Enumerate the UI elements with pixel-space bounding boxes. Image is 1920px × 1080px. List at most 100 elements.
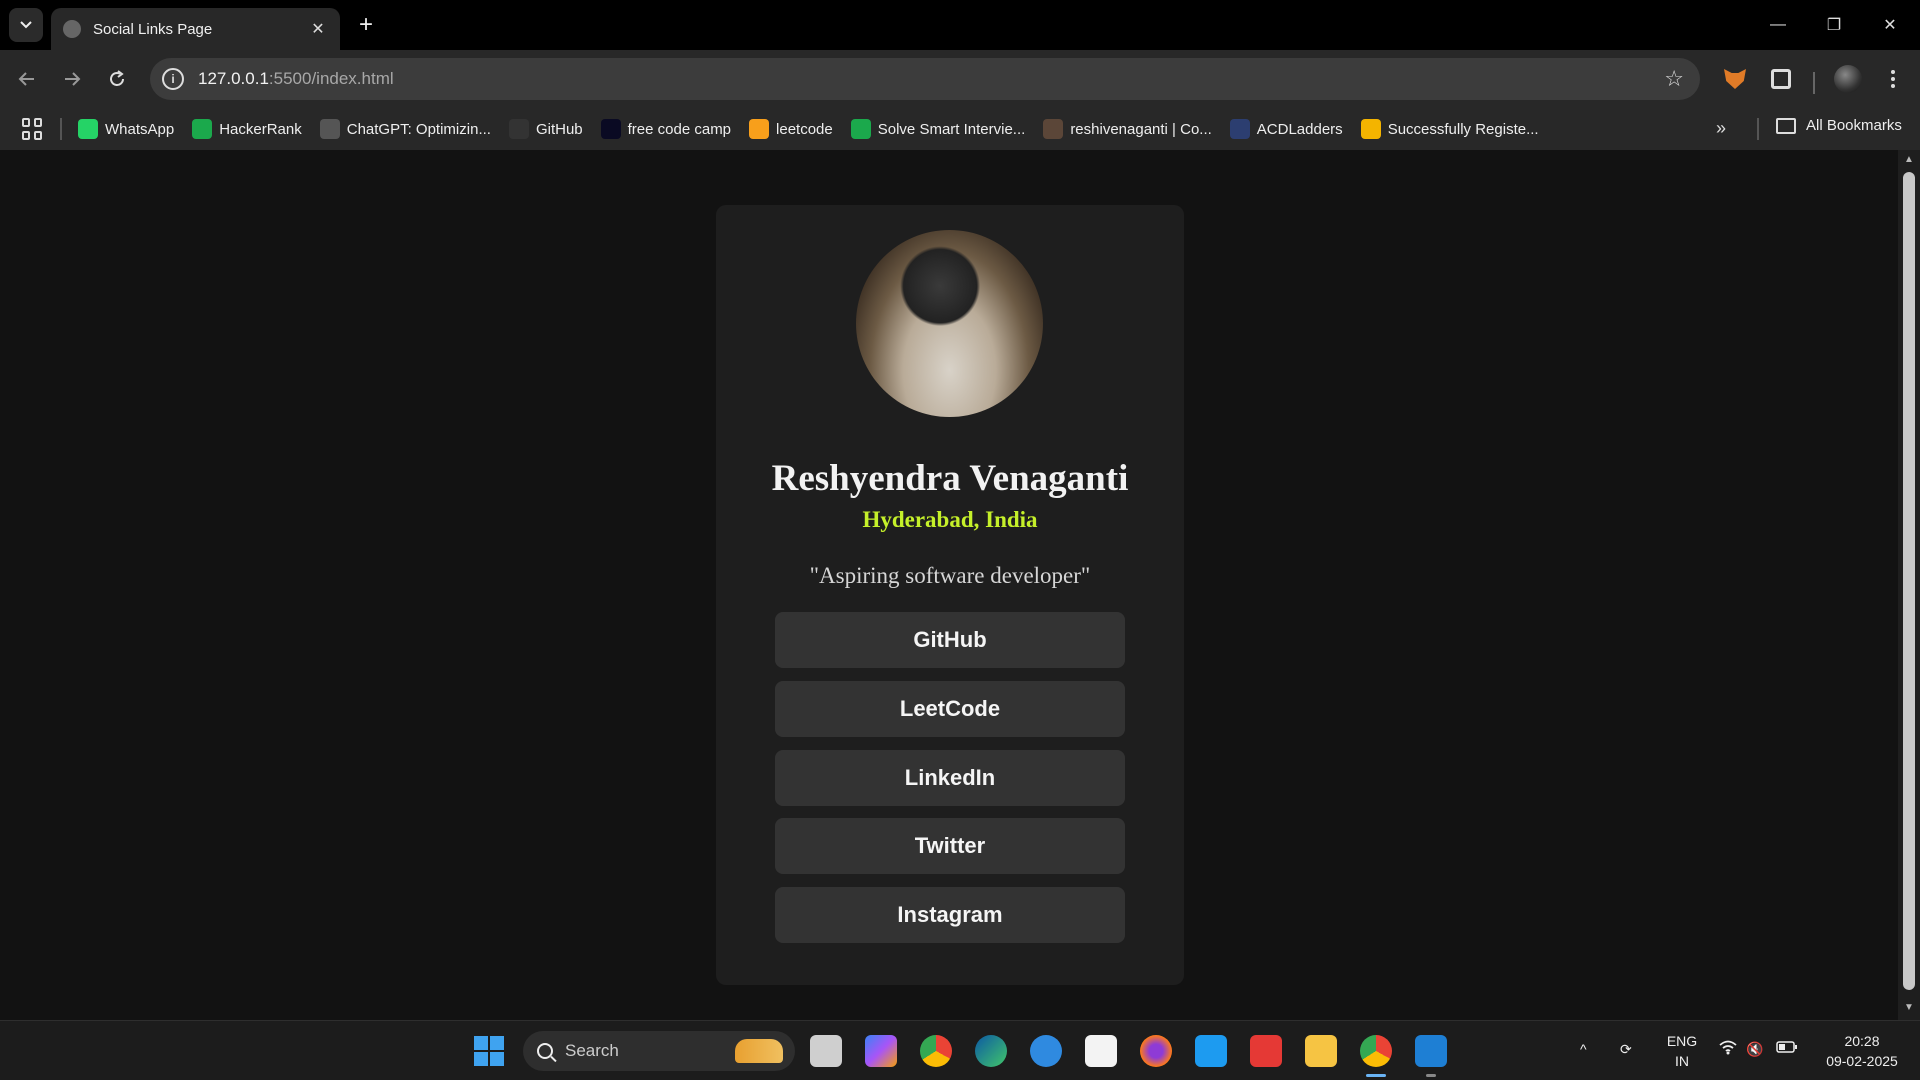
volume-muted-icon[interactable]: 🔇	[1746, 1039, 1763, 1059]
close-window-button[interactable]: ✕	[1862, 0, 1918, 50]
chrome-icon[interactable]	[920, 1035, 952, 1067]
task-view-icon[interactable]	[810, 1035, 842, 1067]
github-icon	[508, 119, 529, 139]
battery-icon[interactable]	[1776, 1039, 1798, 1059]
twitter-app-icon[interactable]	[1195, 1035, 1227, 1067]
profile-location: Hyderabad, India	[862, 507, 1038, 532]
puzzle-icon	[1771, 69, 1791, 89]
tab-title: Social Links Page	[93, 20, 213, 38]
bookmark-label: free code camp	[627, 120, 732, 138]
copilot-icon[interactable]	[865, 1035, 897, 1067]
chrome-active-icon[interactable]	[1360, 1035, 1392, 1067]
bookmark-label: WhatsApp	[105, 120, 175, 138]
bookmark-item[interactable]: Successfully Registe...	[1360, 119, 1539, 139]
bookmark-star-icon[interactable]: ☆	[1664, 66, 1684, 92]
bookmark-item[interactable]: free code camp	[600, 119, 732, 139]
toolbar-divider	[1813, 72, 1815, 94]
metamask-extension-button[interactable]	[1719, 63, 1751, 95]
bookmarks-overflow-button[interactable]: »	[1716, 118, 1726, 139]
tray-overflow-icon[interactable]: ^	[1580, 1039, 1587, 1059]
bookmark-label: GitHub	[535, 120, 583, 138]
scrollbar-thumb[interactable]	[1903, 172, 1915, 990]
chatgpt-icon	[319, 119, 340, 139]
browser-menu-button[interactable]	[1877, 63, 1909, 95]
site-info-icon[interactable]: i	[162, 68, 184, 90]
bookmark-item[interactable]: Solve Smart Intervie...	[850, 119, 1026, 139]
close-tab-icon[interactable]: ✕	[304, 15, 332, 43]
bookmark-item[interactable]: ChatGPT: Optimizin...	[319, 119, 491, 139]
bookmark-item[interactable]: WhatsApp	[78, 119, 174, 139]
reload-button[interactable]	[100, 62, 134, 96]
arrow-right-icon	[65, 72, 81, 86]
tab-search-button[interactable]	[9, 8, 43, 42]
minimize-button[interactable]: —	[1750, 0, 1806, 50]
file-explorer-icon[interactable]	[1305, 1035, 1337, 1067]
apps-grid-icon[interactable]	[22, 118, 44, 140]
language-indicator[interactable]: ENG IN	[1662, 1031, 1702, 1071]
folder-icon	[1776, 117, 1796, 134]
bookmark-item[interactable]: reshivenaganti | Co...	[1043, 119, 1212, 139]
profile-button[interactable]	[1832, 63, 1864, 95]
power-app-icon[interactable]	[1250, 1035, 1282, 1067]
bookmarks-divider	[60, 118, 62, 140]
leetcode-link-button[interactable]: LeetCode	[775, 681, 1125, 737]
wifi-icon[interactable]	[1718, 1039, 1738, 1060]
page-viewport: Reshyendra Venaganti Hyderabad, India "A…	[0, 150, 1898, 1020]
clock-time: 20:28	[1844, 1033, 1880, 1049]
sync-icon[interactable]: ⟳	[1620, 1039, 1632, 1059]
running-app-indicator	[1426, 1074, 1436, 1077]
avatar	[1834, 65, 1862, 93]
clock-date: 09-02-2025	[1826, 1053, 1898, 1069]
bookmark-label: Successfully Registe...	[1387, 120, 1539, 138]
bookmarks-divider	[1757, 118, 1759, 140]
restore-button[interactable]: ❐	[1806, 0, 1862, 50]
search-highlight-icon	[735, 1039, 783, 1063]
linkedin-link-button[interactable]: LinkedIn	[775, 750, 1125, 806]
reload-icon	[110, 70, 124, 86]
globe-icon	[63, 20, 81, 38]
bookmark-label: ACDLadders	[1256, 120, 1343, 138]
search-icon	[537, 1043, 553, 1059]
whatsapp-icon	[78, 119, 98, 139]
more-vert-icon	[1891, 70, 1895, 88]
scroll-up-icon[interactable]: ▲	[1903, 154, 1915, 166]
forward-button[interactable]	[55, 62, 89, 96]
lang-code: ENG	[1666, 1033, 1698, 1049]
tab-strip: Social Links Page ✕ + — ❐ ✕	[0, 0, 1920, 50]
bookmark-item[interactable]: leetcode	[749, 119, 833, 139]
start-button[interactable]	[473, 1035, 505, 1067]
vscode-icon[interactable]	[1415, 1035, 1447, 1067]
browser-tab-active[interactable]: Social Links Page ✕	[51, 8, 340, 50]
bookmark-item[interactable]: ACDLadders	[1229, 119, 1343, 139]
all-bookmarks-label: All Bookmarks	[1806, 117, 1902, 134]
instagram-link-button[interactable]: Instagram	[775, 887, 1125, 943]
bookmarks-bar: WhatsApp HackerRank ChatGPT: Optimizin... G…	[0, 108, 1920, 150]
microsoft-store-icon[interactable]	[1085, 1035, 1117, 1067]
new-tab-button[interactable]: +	[351, 10, 381, 40]
chevron-down-icon	[20, 21, 32, 29]
profile-name: Reshyendra Venaganti	[771, 458, 1129, 499]
bookmark-item[interactable]: HackerRank	[192, 119, 302, 139]
back-button[interactable]	[10, 62, 44, 96]
internet-explorer-icon[interactable]	[1030, 1035, 1062, 1067]
scroll-down-icon[interactable]: ▼	[1903, 1002, 1915, 1014]
page-scrollbar[interactable]: ▲ ▼	[1898, 150, 1920, 1020]
freecodecamp-icon	[600, 119, 621, 139]
taskbar-search[interactable]: Search	[523, 1031, 795, 1071]
bookmark-item[interactable]: GitHub	[508, 119, 583, 139]
github-link-button[interactable]: GitHub	[775, 612, 1125, 668]
search-label: Search	[565, 1041, 619, 1060]
address-bar[interactable]: i 127.0.0.1:5500/index.html ☆	[150, 58, 1700, 100]
all-bookmarks-button[interactable]: All Bookmarks	[1776, 117, 1902, 134]
chart-icon	[1360, 119, 1381, 139]
bookmark-label: Solve Smart Intervie...	[877, 120, 1026, 138]
firefox-icon[interactable]	[1140, 1035, 1172, 1067]
leetcode-icon	[749, 119, 770, 139]
edge-icon[interactable]	[975, 1035, 1007, 1067]
twitter-link-button[interactable]: Twitter	[775, 818, 1125, 874]
windows-logo-icon	[474, 1036, 504, 1066]
bookmark-label: HackerRank	[219, 120, 302, 138]
profile-bio: "Aspiring software developer"	[809, 563, 1091, 588]
extensions-button[interactable]	[1765, 63, 1797, 95]
clock[interactable]: 20:28 09-02-2025	[1812, 1031, 1912, 1071]
